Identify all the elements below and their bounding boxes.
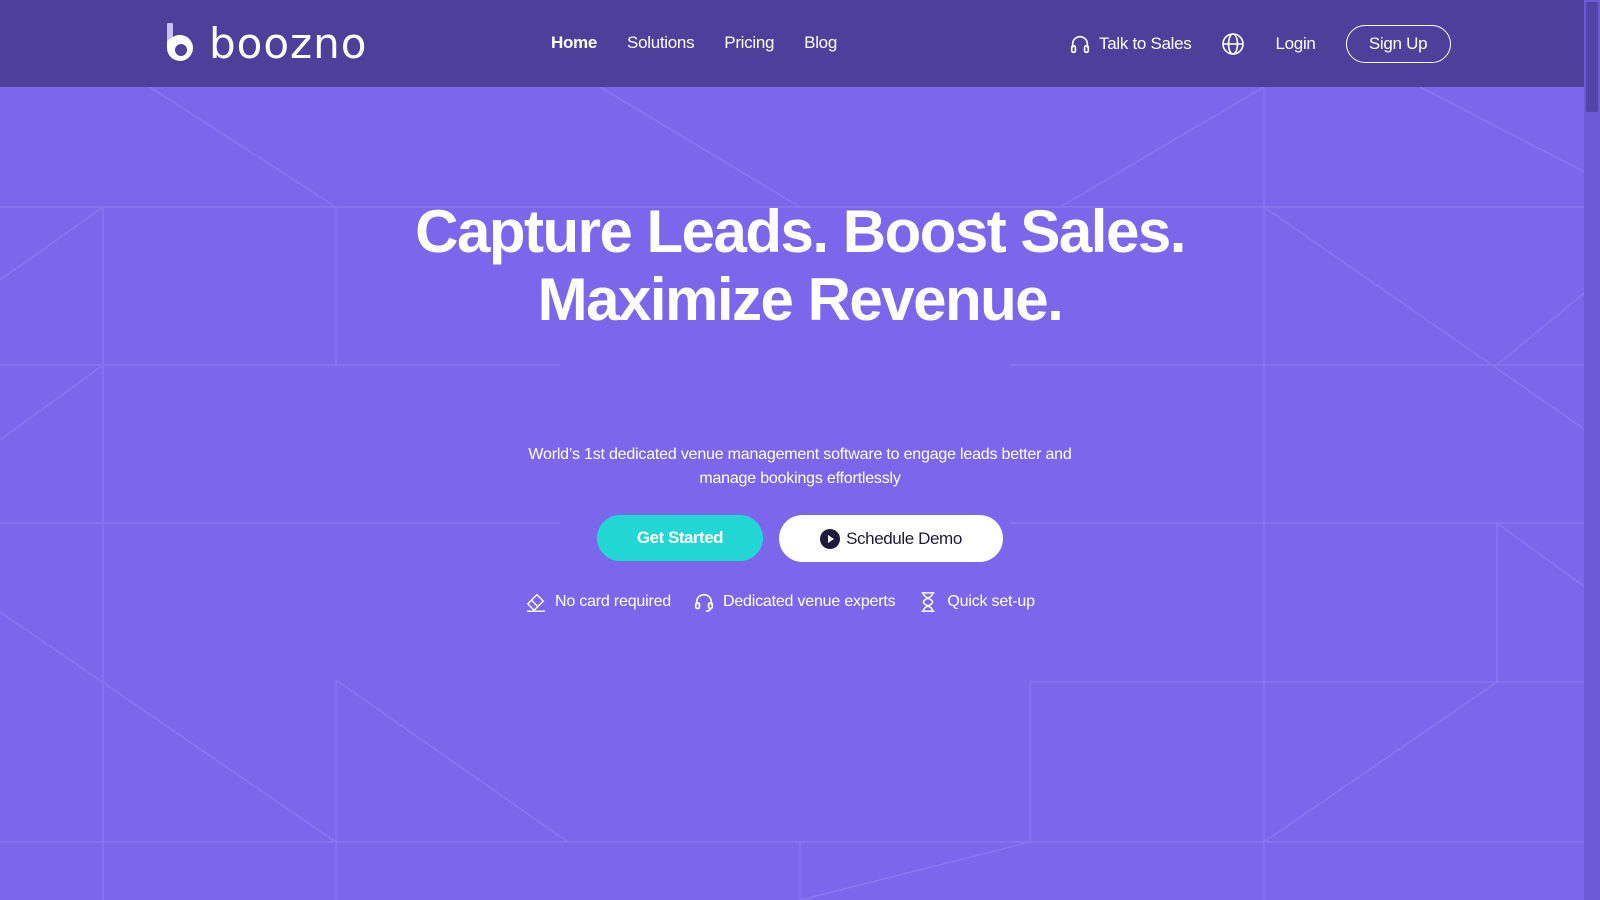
page: boozno Home Solutions Pricing Blog Talk … [0,0,1600,900]
feature-label: Dedicated venue experts [722,593,896,610]
subtitle-line-2: manage bookings effortlessly [699,470,901,487]
top-navbar: boozno Home Solutions Pricing Blog Talk … [0,0,1584,87]
feature-no-card: No card required [525,591,671,613]
talk-to-sales-link[interactable]: Talk to Sales [1069,33,1192,55]
feature-label: Quick set-up [947,593,1035,610]
headphones-icon [1070,35,1090,54]
brand-name: boozno [209,19,368,68]
headline-line-2: Maximize Revenue. [537,266,1064,333]
logo-mark-icon [167,23,193,61]
hero-headline: Capture Leads. Boost Sales. Maximize Rev… [0,198,1600,334]
subtitle-line-1: World’s 1st dedicated venue management s… [528,446,1072,463]
hero-subtitle: World’s 1st dedicated venue management s… [0,443,1600,491]
main-nav: Home Solutions Pricing Blog [551,31,837,55]
schedule-demo-label: Schedule Demo [846,528,962,548]
hourglass-icon [921,592,935,612]
hero-cta-row: Get Started Schedule Demo [597,515,1003,562]
feature-quick-setup: Quick set-up [917,591,1035,613]
nav-item-solutions[interactable]: Solutions [627,31,695,55]
nav-item-pricing[interactable]: Pricing [724,31,774,55]
get-started-button[interactable]: Get Started [597,515,763,561]
header-actions: Talk to Sales Login Sign Up [1069,24,1451,64]
nav-item-home[interactable]: Home [551,31,597,55]
login-link[interactable]: Login [1275,34,1315,54]
card-icon [526,593,546,612]
talk-to-sales-label: Talk to Sales [1099,34,1192,53]
language-selector[interactable] [1221,32,1245,56]
headline-line-1: Capture Leads. Boost Sales. [415,198,1186,265]
signup-button[interactable]: Sign Up [1345,25,1451,63]
schedule-demo-button[interactable]: Schedule Demo [779,515,1003,562]
headset-icon [694,593,714,612]
play-icon [820,528,841,549]
feature-venue-experts: Dedicated venue experts [693,591,896,613]
scrollbar-thumb[interactable] [1586,2,1598,112]
nav-item-blog[interactable]: Blog [804,31,837,55]
feature-label: No card required [555,593,671,610]
brand-logo[interactable]: boozno [163,22,367,66]
globe-icon [1222,33,1245,55]
hero-features: No card required Dedicated venue experts… [525,591,1035,613]
